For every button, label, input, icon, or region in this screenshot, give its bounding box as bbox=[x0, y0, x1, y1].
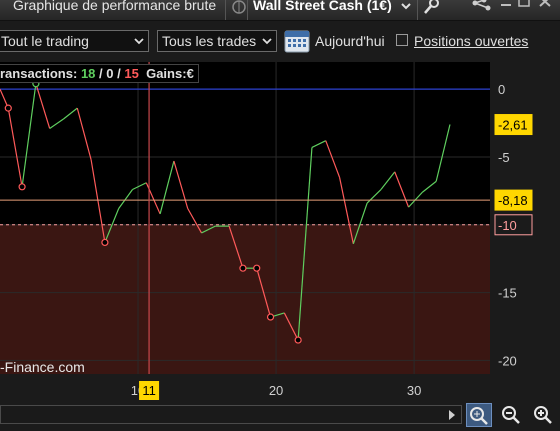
transaction-stats: ransactions: 18 / 0 / 15 Gains:€ bbox=[0, 64, 199, 83]
toolbar: Tout le trading Tous les trades Aujourd'… bbox=[0, 21, 560, 61]
trade-marker bbox=[4, 104, 12, 112]
trade-marker bbox=[253, 264, 261, 272]
last-value-tag: -2,61 bbox=[498, 118, 528, 133]
zoom-out-icon bbox=[502, 406, 520, 424]
chevron-down-icon bbox=[134, 38, 144, 45]
losses-count: 15 bbox=[124, 66, 139, 81]
performance-chart[interactable]: 0-5-10-15-20 102030 -2,61-8,18-1011 bbox=[0, 62, 560, 402]
positions-checkbox[interactable] bbox=[396, 34, 408, 46]
zoom-in-icon bbox=[534, 406, 552, 424]
trade-marker bbox=[18, 183, 26, 191]
globe-icon[interactable] bbox=[230, 0, 248, 16]
trading-select[interactable]: Tout le trading bbox=[0, 30, 149, 52]
x-tick-label: 20 bbox=[269, 383, 283, 398]
trading-select-value: Tout le trading bbox=[1, 33, 89, 49]
stats-separator: / bbox=[99, 66, 103, 81]
scroll-right-arrow-icon[interactable] bbox=[447, 409, 457, 421]
chevron-down-icon[interactable] bbox=[400, 0, 412, 13]
zoom-out-button[interactable] bbox=[499, 403, 525, 427]
watermark: -Finance.com bbox=[0, 359, 85, 375]
trades-select-value: Tous les trades bbox=[162, 33, 257, 49]
zoom-fit-button[interactable] bbox=[466, 403, 492, 427]
crosshair-value-tag: -8,18 bbox=[498, 193, 528, 208]
title-separator bbox=[417, 0, 418, 20]
trades-select[interactable]: Tous les trades bbox=[157, 30, 277, 52]
share-icon[interactable] bbox=[470, 0, 494, 17]
maximize-icon[interactable] bbox=[517, 0, 531, 17]
trade-marker bbox=[101, 238, 109, 247]
below-threshold-zone bbox=[0, 224, 490, 374]
horizontal-scrollbar[interactable] bbox=[0, 405, 462, 424]
zoom-in-button[interactable] bbox=[531, 403, 557, 427]
trade-marker bbox=[266, 313, 275, 321]
stats-separator: / bbox=[117, 66, 121, 81]
y-tick-label: -5 bbox=[498, 150, 510, 165]
y-tick-label: -15 bbox=[498, 286, 517, 301]
magnifier-fit-icon bbox=[470, 407, 488, 425]
today-label[interactable]: Aujourd'hui bbox=[315, 33, 385, 49]
positions-link[interactable]: Positions ouvertes bbox=[414, 33, 528, 49]
chevron-down-icon bbox=[262, 38, 272, 45]
y-tick-label: 0 bbox=[498, 82, 505, 97]
trade-marker bbox=[294, 336, 302, 344]
crosshair-x-tag: 11 bbox=[142, 383, 156, 398]
gains-value: € bbox=[186, 66, 194, 81]
minimize-icon[interactable] bbox=[499, 0, 513, 17]
gains-label: Gains: bbox=[146, 66, 187, 81]
instrument-selector[interactable]: Wall Street Cash (1€) bbox=[253, 0, 392, 13]
x-tick-label: 30 bbox=[407, 383, 421, 398]
wrench-icon[interactable] bbox=[422, 0, 440, 16]
neutral-count: 0 bbox=[106, 66, 114, 81]
title-bar: Graphique de performance brute Wall Stre… bbox=[0, 0, 560, 21]
threshold-tag: -10 bbox=[498, 218, 517, 233]
calendar-icon[interactable] bbox=[284, 28, 312, 54]
trade-marker bbox=[239, 264, 247, 272]
title-separator bbox=[225, 0, 226, 20]
window-title: Graphique de performance brute bbox=[13, 0, 217, 13]
close-icon[interactable] bbox=[537, 0, 553, 17]
transactions-label: ransactions: bbox=[0, 66, 78, 81]
title-separator bbox=[247, 0, 248, 20]
y-tick-label: -20 bbox=[498, 353, 517, 368]
wins-count: 18 bbox=[80, 66, 96, 81]
